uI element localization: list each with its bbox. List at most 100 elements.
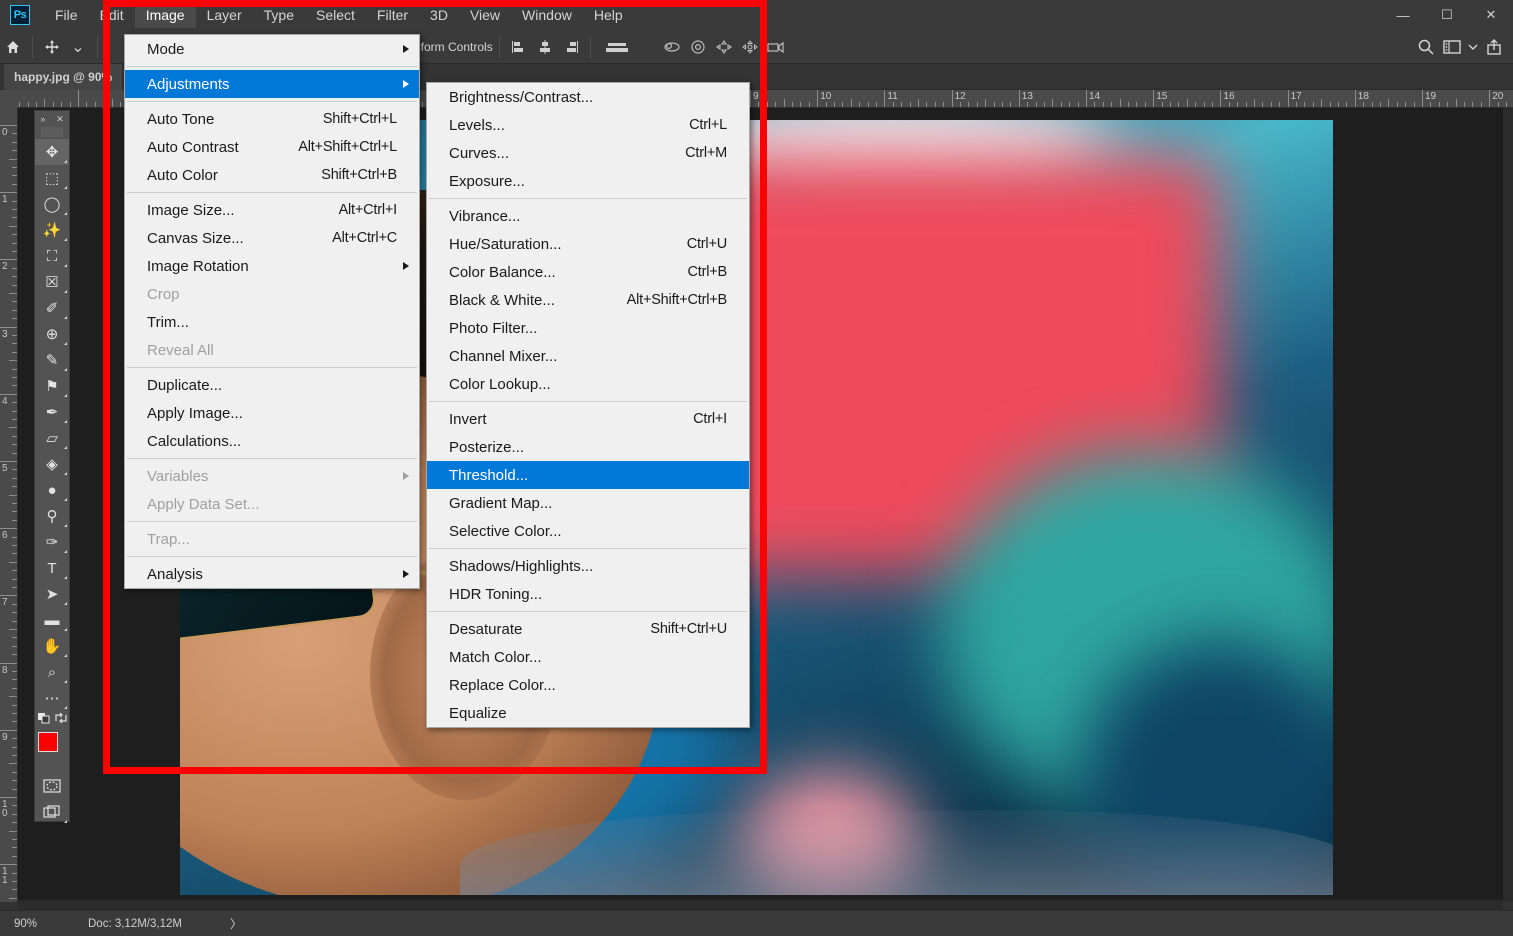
- align-center-icon[interactable]: [532, 34, 558, 60]
- move-tool[interactable]: ✥: [35, 139, 69, 165]
- menu-item-hue-saturation[interactable]: Hue/Saturation...Ctrl+U: [427, 230, 749, 258]
- swap-colors-icon[interactable]: [54, 711, 68, 729]
- paint-bucket-tool[interactable]: ◈: [35, 451, 69, 477]
- 3d-orbit-icon[interactable]: [659, 34, 685, 60]
- search-icon[interactable]: [1413, 34, 1439, 60]
- default-colors-icon[interactable]: [37, 711, 51, 729]
- menu-item-analysis[interactable]: Analysis: [125, 560, 419, 588]
- 3d-slide-icon[interactable]: [737, 34, 763, 60]
- menu-item-shadows-highlights[interactable]: Shadows/Highlights...: [427, 552, 749, 580]
- share-icon[interactable]: [1481, 34, 1507, 60]
- history-brush-tool[interactable]: ✒: [35, 399, 69, 425]
- menu-item-brightness-contrast[interactable]: Brightness/Contrast...: [427, 83, 749, 111]
- menu-item-mode[interactable]: Mode: [125, 35, 419, 63]
- menubar-item-select[interactable]: Select: [305, 2, 366, 28]
- vertical-scrollbar[interactable]: [1503, 108, 1513, 902]
- 3d-camera-icon[interactable]: [763, 34, 789, 60]
- menu-item-auto-tone[interactable]: Auto ToneShift+Ctrl+L: [125, 105, 419, 133]
- align-right-icon[interactable]: [558, 34, 584, 60]
- menu-item-selective-color[interactable]: Selective Color...: [427, 517, 749, 545]
- menu-item-threshold[interactable]: Threshold...: [427, 461, 749, 489]
- marquee-tool[interactable]: ⬚: [35, 165, 69, 191]
- menubar-item-view[interactable]: View: [459, 2, 511, 28]
- menu-item-photo-filter[interactable]: Photo Filter...: [427, 314, 749, 342]
- eyedropper-tool[interactable]: ✐: [35, 295, 69, 321]
- crop-tool[interactable]: ⛶: [35, 243, 69, 269]
- menu-item-color-balance[interactable]: Color Balance...Ctrl+B: [427, 258, 749, 286]
- menu-item-gradient-map[interactable]: Gradient Map...: [427, 489, 749, 517]
- menu-item-color-lookup[interactable]: Color Lookup...: [427, 370, 749, 398]
- horizontal-scrollbar[interactable]: [18, 900, 1503, 910]
- dodge-tool[interactable]: ⚲: [35, 503, 69, 529]
- maximize-button[interactable]: ☐: [1425, 0, 1469, 30]
- menu-item-exposure[interactable]: Exposure...: [427, 167, 749, 195]
- 3d-pan-icon[interactable]: [711, 34, 737, 60]
- screen-mode-icon[interactable]: [35, 799, 69, 825]
- menu-item-desaturate[interactable]: DesaturateShift+Ctrl+U: [427, 615, 749, 643]
- menu-item-replace-color[interactable]: Replace Color...: [427, 671, 749, 699]
- close-icon[interactable]: ✕: [56, 114, 64, 125]
- align-left-icon[interactable]: [506, 34, 532, 60]
- menubar-item-layer[interactable]: Layer: [196, 2, 253, 28]
- panel-grip[interactable]: [41, 127, 63, 137]
- menubar-item-edit[interactable]: Edit: [89, 2, 135, 28]
- menubar-item-3d[interactable]: 3D: [419, 2, 459, 28]
- collapse-icon[interactable]: »: [40, 114, 45, 124]
- status-expand-icon[interactable]: 〉: [182, 915, 242, 932]
- menu-item-hdr-toning[interactable]: HDR Toning...: [427, 580, 749, 608]
- menu-item-invert[interactable]: InvertCtrl+I: [427, 405, 749, 433]
- vertical-ruler[interactable]: 01234567891 01 1: [0, 108, 18, 902]
- type-tool[interactable]: T: [35, 555, 69, 581]
- more-tools[interactable]: ⋯: [35, 685, 69, 711]
- menu-item-curves[interactable]: Curves...Ctrl+M: [427, 139, 749, 167]
- path-selection-tool[interactable]: ➤: [35, 581, 69, 607]
- menu-item-auto-contrast[interactable]: Auto ContrastAlt+Shift+Ctrl+L: [125, 133, 419, 161]
- menu-item-image-rotation[interactable]: Image Rotation: [125, 252, 419, 280]
- document-tab[interactable]: happy.jpg @ 90%: [4, 64, 122, 90]
- adjustments-submenu-panel[interactable]: Brightness/Contrast...Levels...Ctrl+LCur…: [426, 82, 750, 728]
- menubar-item-window[interactable]: Window: [511, 2, 583, 28]
- pen-tool[interactable]: ✑: [35, 529, 69, 555]
- quick-mask-icon[interactable]: [35, 773, 69, 799]
- blur-tool[interactable]: ●: [35, 477, 69, 503]
- zoom-level[interactable]: 90%: [0, 918, 62, 930]
- menu-item-levels[interactable]: Levels...Ctrl+L: [427, 111, 749, 139]
- menu-item-trim[interactable]: Trim...: [125, 308, 419, 336]
- brush-tool[interactable]: ✎: [35, 347, 69, 373]
- close-button[interactable]: ✕: [1469, 0, 1513, 30]
- menu-item-canvas-size[interactable]: Canvas Size...Alt+Ctrl+C: [125, 224, 419, 252]
- menu-item-calculations[interactable]: Calculations...: [125, 427, 419, 455]
- image-menu-panel[interactable]: ModeAdjustmentsAuto ToneShift+Ctrl+LAuto…: [124, 34, 420, 589]
- menu-item-auto-color[interactable]: Auto ColorShift+Ctrl+B: [125, 161, 419, 189]
- eraser-tool[interactable]: ▱: [35, 425, 69, 451]
- rectangle-tool[interactable]: ▬: [35, 607, 69, 633]
- home-icon[interactable]: [0, 34, 26, 60]
- menubar-item-image[interactable]: Image: [135, 2, 196, 28]
- spot-healing-tool[interactable]: ⊕: [35, 321, 69, 347]
- menu-item-equalize[interactable]: Equalize: [427, 699, 749, 727]
- menu-item-vibrance[interactable]: Vibrance...: [427, 202, 749, 230]
- chevron-down-icon[interactable]: ⌄: [65, 34, 91, 60]
- zoom-tool[interactable]: ⌕: [35, 659, 69, 685]
- lasso-tool[interactable]: ◯: [35, 191, 69, 217]
- menu-item-posterize[interactable]: Posterize...: [427, 433, 749, 461]
- menu-item-adjustments[interactable]: Adjustments: [125, 70, 419, 98]
- move-tool-icon[interactable]: [39, 34, 65, 60]
- menu-item-match-color[interactable]: Match Color...: [427, 643, 749, 671]
- magic-wand-tool[interactable]: ✨: [35, 217, 69, 243]
- menu-item-duplicate[interactable]: Duplicate...: [125, 371, 419, 399]
- chevron-down-icon[interactable]: [1465, 34, 1481, 60]
- menubar-item-filter[interactable]: Filter: [366, 2, 419, 28]
- menu-item-image-size[interactable]: Image Size...Alt+Ctrl+I: [125, 196, 419, 224]
- menu-item-black-white[interactable]: Black & White...Alt+Shift+Ctrl+B: [427, 286, 749, 314]
- frame-tool[interactable]: ☒: [35, 269, 69, 295]
- align-top-icon[interactable]: [597, 34, 637, 60]
- workspace-icon[interactable]: [1439, 34, 1465, 60]
- menubar-item-file[interactable]: File: [44, 2, 89, 28]
- menu-item-apply-image[interactable]: Apply Image...: [125, 399, 419, 427]
- clone-stamp-tool[interactable]: ⚑: [35, 373, 69, 399]
- minimize-button[interactable]: —: [1381, 0, 1425, 30]
- foreground-color-swatch[interactable]: [38, 732, 58, 752]
- menu-item-channel-mixer[interactable]: Channel Mixer...: [427, 342, 749, 370]
- menubar-item-type[interactable]: Type: [253, 2, 305, 28]
